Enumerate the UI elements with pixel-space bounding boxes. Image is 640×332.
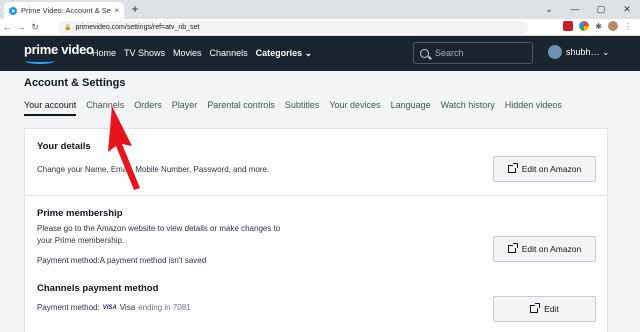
tab-hidden-videos[interactable]: Hidden videos <box>505 100 562 116</box>
external-link-icon <box>507 243 518 253</box>
external-link-icon <box>530 303 541 313</box>
annotation-arrow-icon <box>108 106 140 190</box>
card-ending: ending in 7081 <box>138 303 191 312</box>
profile-avatar-icon[interactable] <box>608 21 618 31</box>
user-name: shubh… ⌄ <box>566 46 610 57</box>
tab-title: Prime Video: Account & Settings <box>21 6 111 15</box>
edit-membership-button[interactable]: Edit on Amazon <box>493 236 596 262</box>
forward-button[interactable]: → <box>14 22 28 32</box>
nav-home[interactable]: Home <box>92 48 116 59</box>
maximize-button[interactable]: ▢ <box>588 0 614 19</box>
window-controls: ⌄ — ▢ ✕ <box>536 0 640 19</box>
section-divider <box>24 195 608 196</box>
nav-movies[interactable]: Movies <box>173 48 202 59</box>
tab-your-devices[interactable]: Your devices <box>329 100 380 116</box>
edit-channels-payment-button[interactable]: Edit <box>493 296 596 322</box>
new-tab-button[interactable]: + <box>128 3 142 17</box>
tab-subtitles[interactable]: Subtitles <box>285 100 320 116</box>
prime-header: prime video Home TV Shows Movies Channel… <box>0 36 640 71</box>
nav-tv-shows[interactable]: TV Shows <box>124 48 165 59</box>
your-details-title: Your details <box>37 141 91 152</box>
url-text: primevideo.com/settings/ref=atv_nb_set <box>75 24 200 31</box>
tab-language[interactable]: Language <box>391 100 431 116</box>
browser-toolbar: ← → ↻ 🔒 primevideo.com/settings/ref=atv_… <box>0 19 640 36</box>
back-button[interactable]: ← <box>0 22 14 32</box>
search-placeholder: Search <box>435 48 464 58</box>
nav-categories[interactable]: Categories ⌄ <box>256 48 313 59</box>
channels-payment-row: Payment method: VISA Visa ending in 7081 <box>37 302 191 314</box>
visa-logo: VISA <box>102 305 117 311</box>
lock-icon: 🔒 <box>64 25 72 31</box>
address-bar[interactable]: 🔒 primevideo.com/settings/ref=atv_nb_set <box>58 21 528 34</box>
card-brand: Visa <box>119 303 136 312</box>
edit-membership-label: Edit on Amazon <box>521 244 582 254</box>
extension-colorful-icon[interactable] <box>579 21 590 31</box>
logo-smile-icon <box>25 58 55 64</box>
minimize-button[interactable]: — <box>562 0 588 19</box>
prime-video-favicon-icon <box>9 6 17 15</box>
tab-close-icon[interactable]: × <box>114 6 119 15</box>
page-title: Account & Settings <box>24 77 126 89</box>
main-nav: Home TV Shows Movies Channels Categories… <box>92 48 312 59</box>
search-input[interactable]: Search <box>413 42 533 64</box>
membership-text-line1: Please go to the Amazon website to view … <box>37 224 281 233</box>
nav-channels[interactable]: Channels <box>210 48 248 59</box>
tab-search-icon[interactable]: ⌄ <box>536 0 562 19</box>
external-link-icon <box>507 163 518 173</box>
close-window-button[interactable]: ✕ <box>614 0 640 19</box>
extension-icon[interactable] <box>563 21 574 31</box>
reload-button[interactable]: ↻ <box>28 22 42 33</box>
avatar <box>548 45 562 59</box>
kebab-menu-icon[interactable]: ⋮ <box>624 22 632 31</box>
browser-tab[interactable]: Prime Video: Account & Settings × <box>4 2 124 19</box>
browser-tab-strip: Prime Video: Account & Settings × + ⌄ — … <box>0 0 640 19</box>
user-menu[interactable]: shubh… ⌄ <box>548 45 610 59</box>
edit-details-button[interactable]: Edit on Amazon <box>493 156 596 182</box>
edit-channels-label: Edit <box>544 304 559 314</box>
tab-parental-controls[interactable]: Parental controls <box>207 100 275 116</box>
membership-payment-method: Payment method:A payment method isn't sa… <box>37 256 207 265</box>
extensions-area: ✱ ⋮ <box>563 21 632 31</box>
tab-your-account[interactable]: Your account <box>24 100 77 116</box>
channels-payment-title: Channels payment method <box>37 283 159 294</box>
search-icon <box>420 48 429 58</box>
tab-watch-history[interactable]: Watch history <box>441 100 495 116</box>
payment-method-label: Payment method: <box>37 303 100 312</box>
edit-details-label: Edit on Amazon <box>521 164 582 174</box>
membership-text-line2: your Prime membership. <box>37 236 125 245</box>
prime-membership-title: Prime membership <box>37 208 123 219</box>
prime-video-logo[interactable]: prime video <box>24 42 94 57</box>
puzzle-extensions-icon[interactable]: ✱ <box>595 22 602 31</box>
tab-player[interactable]: Player <box>172 100 198 116</box>
